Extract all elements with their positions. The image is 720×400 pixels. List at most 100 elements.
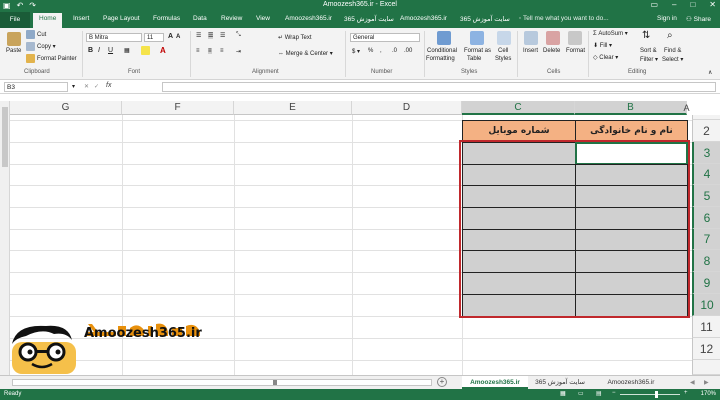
tab-insert[interactable]: Insert	[73, 15, 89, 22]
header-cell-mobile[interactable]: شماره موبایل	[462, 120, 576, 142]
orientation-icon[interactable]: ⤡	[236, 32, 241, 39]
top-align-icon[interactable]: ☰	[196, 32, 201, 39]
row-header-5[interactable]: 5	[692, 185, 720, 207]
fill-button[interactable]: ⬇ Fill ▾	[593, 42, 612, 49]
tab-amoozesh-1[interactable]: Amoozesh365.ir	[285, 15, 332, 22]
zoom-in-icon[interactable]: +	[684, 390, 688, 396]
conditional-formatting-button[interactable]: Conditional	[427, 48, 457, 54]
scroll-thumb[interactable]	[273, 380, 277, 385]
percent-button[interactable]: %	[368, 48, 373, 54]
decrease-decimal-icon[interactable]: .00	[404, 48, 412, 54]
column-header-c[interactable]: C	[462, 101, 575, 115]
name-box[interactable]: B3	[4, 82, 68, 92]
indent-icon[interactable]: ⇥	[236, 48, 241, 55]
tab-formulas[interactable]: Formulas	[153, 15, 180, 22]
column-header-b[interactable]: B	[575, 101, 687, 115]
add-sheet-button[interactable]: +	[437, 377, 447, 387]
middle-align-icon[interactable]: ☰	[208, 32, 214, 39]
copy-button[interactable]: Copy ▾	[26, 42, 56, 51]
close-icon[interactable]: ✕	[709, 0, 716, 9]
fill-color-icon[interactable]	[141, 46, 152, 55]
zoom-out-icon[interactable]: −	[612, 390, 616, 396]
tab-file[interactable]: File	[0, 12, 30, 28]
scroll-sheets-right-icon[interactable]: ▶	[704, 379, 709, 386]
currency-icon[interactable]: $ ▾	[352, 48, 360, 55]
collapse-ribbon-icon[interactable]: ∧	[708, 69, 712, 76]
align-left-icon[interactable]: ≡	[196, 48, 200, 54]
format-painter-button[interactable]: Format Painter	[26, 54, 77, 63]
share-button[interactable]: ⚇ Share	[686, 15, 711, 23]
number-format-select[interactable]: General	[350, 33, 420, 42]
scroll-thumb[interactable]	[2, 107, 8, 167]
enter-icon[interactable]: ✓	[94, 83, 99, 90]
row-header-13[interactable]	[692, 360, 720, 375]
zoom-slider-knob[interactable]	[655, 391, 658, 398]
tell-me-box[interactable]: ◦ Tell me what you want to do...	[519, 15, 609, 22]
row-header-10[interactable]: 10	[692, 294, 720, 316]
underline-button[interactable]: U	[108, 47, 113, 54]
tab-home[interactable]: Home	[33, 13, 63, 28]
sign-in-link[interactable]: Sign in	[657, 15, 677, 22]
sheet-tab-amoozesh-active[interactable]: Amoozesh365.ir	[462, 376, 528, 389]
maximize-icon[interactable]: □	[690, 0, 695, 9]
tab-view[interactable]: View	[256, 15, 270, 22]
row-header-12[interactable]: 12	[692, 338, 720, 360]
horizontal-scrollbar[interactable]	[12, 379, 432, 386]
font-name-select[interactable]: B Mitra	[86, 33, 142, 42]
row-header-1[interactable]	[692, 115, 720, 120]
row-header-4[interactable]: 4	[692, 164, 720, 185]
zoom-slider[interactable]	[620, 394, 680, 395]
column-header-e[interactable]: E	[234, 101, 352, 115]
paste-button[interactable]: Paste	[6, 48, 21, 54]
insert-function-button[interactable]: fx	[106, 82, 111, 89]
column-header-d[interactable]: D	[352, 101, 462, 115]
tab-data[interactable]: Data	[193, 15, 207, 22]
page-break-view-icon[interactable]: ▤	[596, 390, 602, 397]
insert-cells-button[interactable]: Insert	[523, 48, 538, 54]
sheet-tab-site[interactable]: سایت آموزش 365	[530, 376, 590, 389]
bottom-align-icon[interactable]: ☰	[220, 32, 225, 39]
formula-input[interactable]	[162, 82, 716, 92]
cut-button[interactable]: Cut	[26, 30, 46, 39]
scroll-sheets-left-icon[interactable]: ◀	[690, 379, 695, 386]
cell-styles-button[interactable]: Cell	[498, 48, 508, 54]
tab-amoozesh-2[interactable]: Amoozesh365.ir	[400, 15, 447, 22]
bold-button[interactable]: B	[88, 47, 93, 54]
header-cell-fullname[interactable]: نام و نام خانوادگی	[575, 120, 688, 142]
increase-decimal-icon[interactable]: .0	[392, 48, 397, 54]
clear-button[interactable]: ◇ Clear ▾	[593, 54, 618, 61]
font-color-icon[interactable]: A	[160, 46, 166, 55]
row-header-6[interactable]: 6	[692, 207, 720, 229]
row-header-7[interactable]: 7	[692, 229, 720, 250]
autosum-button[interactable]: Σ AutoSum ▾	[593, 30, 628, 37]
row-header-3[interactable]: 3	[692, 142, 720, 164]
row-header-8[interactable]: 8	[692, 250, 720, 272]
zoom-level[interactable]: 170%	[701, 391, 716, 397]
minimize-icon[interactable]: –	[672, 0, 676, 9]
tab-review[interactable]: Review	[221, 15, 242, 22]
cancel-icon[interactable]: ✕	[84, 83, 89, 90]
shrink-font-button[interactable]: A	[176, 34, 180, 40]
format-as-table-button[interactable]: Format as	[464, 48, 491, 54]
column-header-a[interactable]: A	[681, 101, 692, 115]
sort-filter-button[interactable]: Sort &	[640, 48, 657, 54]
sheet-tab-amoozesh-2[interactable]: Amoozesh365.ir	[598, 376, 664, 389]
name-box-dropdown-icon[interactable]: ▾	[72, 83, 75, 90]
format-cells-button[interactable]: Format	[566, 48, 585, 54]
wrap-text-button[interactable]: ↵ Wrap Text	[278, 34, 312, 41]
tab-page-layout[interactable]: Page Layout	[103, 15, 140, 22]
row-header-2[interactable]: 2	[692, 120, 720, 142]
page-layout-view-icon[interactable]: ▭	[578, 390, 584, 397]
merge-center-button[interactable]: ⇔ Merge & Center ▾	[278, 50, 333, 57]
comma-button[interactable]: ,	[380, 48, 382, 54]
grow-font-button[interactable]: A	[168, 33, 173, 40]
align-right-icon[interactable]: ≡	[220, 48, 224, 54]
borders-icon[interactable]: ▦	[124, 47, 130, 54]
find-select-button[interactable]: Find &	[664, 48, 681, 54]
tab-site-2[interactable]: سایت آموزش 365	[460, 15, 510, 23]
align-center-icon[interactable]: ≡	[208, 48, 212, 54]
font-size-select[interactable]: 11	[144, 33, 164, 42]
normal-view-icon[interactable]: ▦	[560, 390, 566, 397]
row-header-9[interactable]: 9	[692, 272, 720, 294]
column-header-f[interactable]: F	[122, 101, 234, 115]
